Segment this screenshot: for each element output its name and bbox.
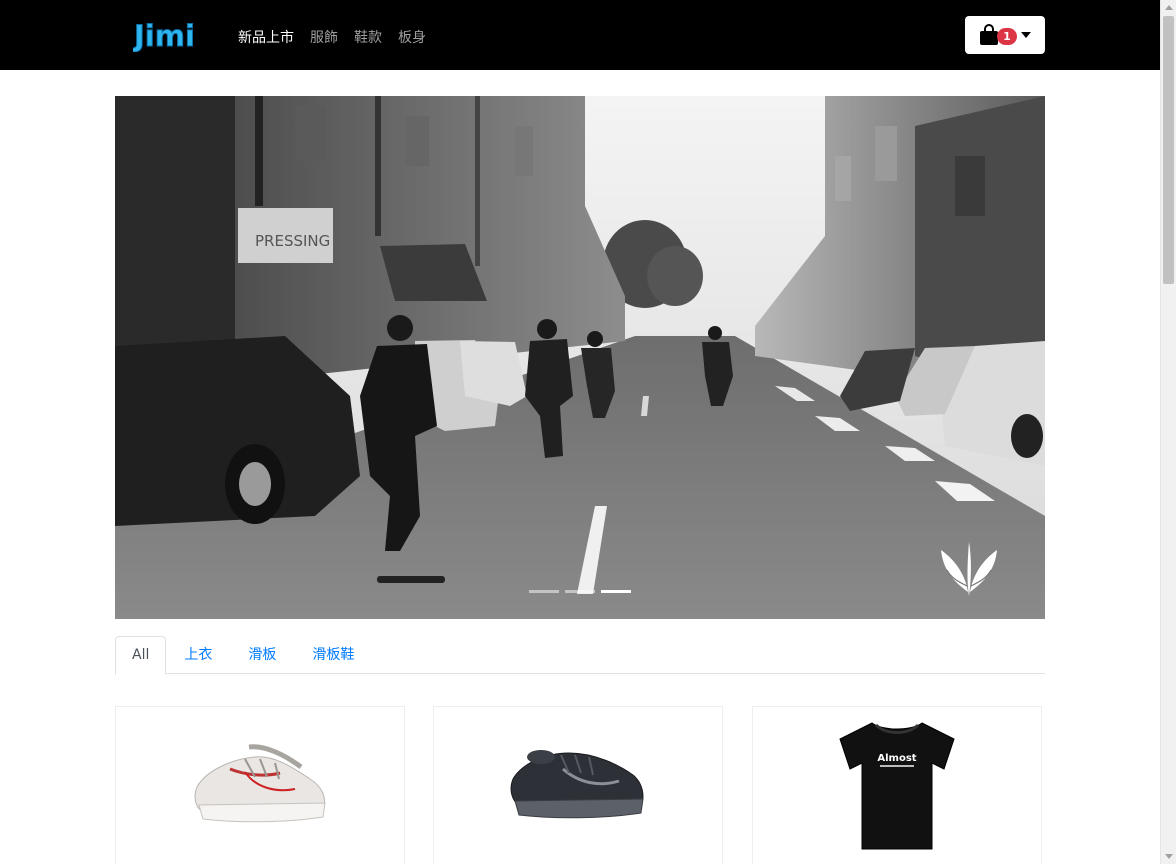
- tab-tops[interactable]: 上衣: [166, 636, 230, 674]
- top-navbar: Jimi 新品上市 服飾 鞋款 板身 1: [0, 0, 1160, 70]
- nav-link-new-arrivals[interactable]: 新品上市: [238, 27, 294, 47]
- scroll-up-icon[interactable]: [1165, 5, 1173, 10]
- scroll-down-icon[interactable]: [1165, 854, 1173, 859]
- shopping-bag-icon: [980, 24, 998, 45]
- logo-text: Jimi: [133, 19, 195, 52]
- scrollbar-thumb[interactable]: [1163, 16, 1174, 284]
- tshirt-print-text: Almost: [877, 753, 916, 764]
- carousel-indicator-3[interactable]: [601, 590, 631, 593]
- tab-all[interactable]: All: [115, 636, 167, 675]
- white-sneaker-image[interactable]: [185, 717, 335, 847]
- nav-link-shoes[interactable]: 鞋款: [354, 27, 382, 47]
- caret-down-icon: [1021, 32, 1031, 38]
- main-nav: 新品上市 服飾 鞋款 板身: [238, 27, 426, 47]
- hero-carousel[interactable]: PRESSING: [115, 96, 1045, 619]
- tab-skate-shoes[interactable]: 滑板鞋: [294, 636, 372, 674]
- cart-count-badge: 1: [997, 27, 1017, 45]
- product-card[interactable]: [115, 706, 405, 864]
- carousel-indicator-2[interactable]: [565, 590, 595, 593]
- page-scrollbar[interactable]: [1160, 0, 1176, 864]
- shop-sign-text: PRESSING: [255, 232, 330, 250]
- brand-logo[interactable]: Jimi: [132, 18, 197, 54]
- black-tshirt-image[interactable]: Almost: [832, 717, 962, 857]
- nav-link-apparel[interactable]: 服飾: [310, 27, 338, 47]
- hero-slide-image: PRESSING: [115, 96, 1045, 619]
- category-tabs: All 上衣 滑板 滑板鞋: [115, 636, 1045, 675]
- black-sneaker-image[interactable]: [503, 717, 653, 847]
- product-card[interactable]: [433, 706, 723, 864]
- tab-skateboards[interactable]: 滑板: [230, 636, 294, 674]
- cart-dropdown-button[interactable]: 1: [965, 16, 1045, 54]
- jimi-logo-icon: Jimi: [132, 19, 196, 54]
- carousel-indicators: [115, 590, 1045, 593]
- product-card[interactable]: Almost: [752, 706, 1042, 864]
- carousel-indicator-1[interactable]: [529, 590, 559, 593]
- nav-link-decks[interactable]: 板身: [398, 27, 426, 47]
